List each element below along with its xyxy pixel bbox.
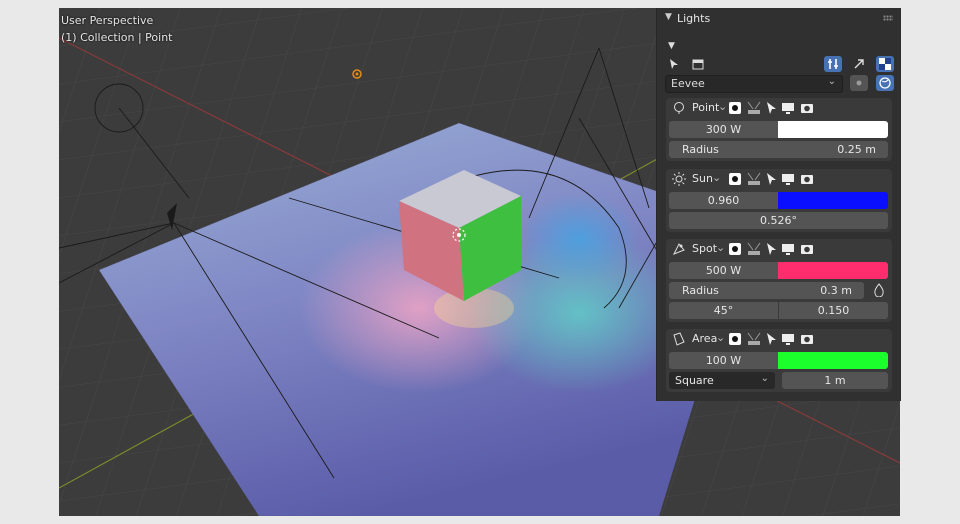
point-radius-label: Radius [682,143,719,156]
spot-light-icon [672,242,686,256]
light-header-point: Point ⌄ [666,98,892,118]
viewport-visibility-icon[interactable] [781,172,795,186]
chevron-down-icon[interactable]: ⌄ [716,331,725,344]
sun-color-swatch[interactable] [778,192,888,209]
area-power-value: 100 W [705,354,742,367]
point-radius-field[interactable]: Radius 0.25 m [669,141,888,158]
selectable-icon[interactable] [766,332,778,346]
link-icon[interactable] [747,172,761,186]
point-radius-value: 0.25 m [837,143,876,156]
sun-angle-value: 0.526° [760,214,797,227]
area-color-swatch[interactable] [778,352,888,369]
light-name-area[interactable]: Area [692,332,717,345]
chevron-down-icon[interactable]: ⌄ [712,171,721,184]
spot-power-value: 500 W [705,264,742,277]
render-visibility-icon[interactable] [800,172,814,186]
solo-icon[interactable] [728,242,742,256]
select-cursor-icon[interactable] [665,56,683,72]
light-header-area: Area ⌄ [666,329,892,349]
world-icon[interactable] [876,75,894,91]
sun-angle-field[interactable]: 0.526° [669,212,888,229]
spot-radius-value: 0.3 m [820,284,852,297]
spot-color-swatch[interactable] [778,262,888,279]
render-engine-value: Eevee [671,77,705,90]
spot-size-field[interactable]: 45° [669,302,778,319]
area-light-icon [672,332,686,346]
render-engine-select[interactable]: Eevee ⌄ [665,75,843,93]
solo-icon[interactable] [728,101,742,115]
light-name-spot[interactable]: Spot [692,242,717,255]
light-header-spot: Spot ⌄ [666,239,892,259]
viewport-visibility-icon[interactable] [781,242,795,256]
chevron-down-icon: ⌄ [760,373,769,384]
link-icon[interactable] [747,332,761,346]
tools-icon[interactable] [824,56,842,72]
selectable-icon[interactable] [766,172,778,186]
viewport-collection-label: (1) Collection | Point [61,31,173,44]
light-box-area: Area ⌄ 100 W Square ⌄ 1 m [666,329,892,392]
light-name-sun[interactable]: Sun [692,172,713,185]
light-box-spot: Spot ⌄ 500 W Radius 0.3 m 45° 0.150 [666,239,892,322]
window-icon[interactable] [689,56,707,72]
link-icon[interactable] [747,101,761,115]
light-box-sun: Sun ⌄ 0.960 0.526° [666,169,892,232]
viewport-visibility-icon[interactable] [781,332,795,346]
render-visibility-icon[interactable] [800,242,814,256]
chevron-down-icon[interactable]: ⌄ [718,100,727,113]
drag-grip-icon[interactable] [883,15,893,21]
dot-icon[interactable] [850,75,868,91]
collapse-arrow-icon[interactable]: ▼ [665,12,672,22]
sun-strength-value: 0.960 [707,194,740,207]
sun-strength-field[interactable]: 0.960 [669,192,778,209]
light-header-sun: Sun ⌄ [666,169,892,189]
viewport-visibility-icon[interactable] [781,101,795,115]
panel-header[interactable]: ▼ Lights [657,8,901,30]
point-color-swatch[interactable] [778,121,888,138]
solo-icon[interactable] [728,172,742,186]
sun-light-icon [672,172,686,186]
viewport-title: User Perspective [61,14,154,27]
chevron-down-icon: ⌄ [827,76,836,87]
area-shape-select[interactable]: Square ⌄ [669,372,775,389]
spot-radius-field[interactable]: Radius 0.3 m [669,282,864,299]
selectable-icon[interactable] [766,242,778,256]
render-visibility-icon[interactable] [800,101,814,115]
area-shape-value: Square [675,374,714,387]
checker-icon[interactable] [876,56,894,72]
shading-icon[interactable] [850,56,868,72]
point-power-value: 300 W [705,123,742,136]
spot-power-field[interactable]: 500 W [669,262,778,279]
light-box-point: Point ⌄ 300 W Radius 0.25 m [666,98,892,161]
link-icon[interactable] [747,242,761,256]
area-size-field[interactable]: 1 m [782,372,888,389]
point-power-field[interactable]: 300 W [669,121,778,138]
selectable-icon[interactable] [766,101,778,115]
panel-title: Lights [677,12,711,25]
light-name-point[interactable]: Point [692,101,719,114]
spot-blend-value: 0.150 [817,304,850,317]
render-visibility-icon[interactable] [800,332,814,346]
spot-blend-field[interactable]: 0.150 [779,302,888,319]
droplet-icon[interactable] [872,283,886,297]
spot-size-value: 45° [713,304,734,317]
point-light-icon [672,101,686,115]
spot-radius-label: Radius [682,284,719,297]
chevron-down-icon[interactable]: ⌄ [716,241,725,254]
area-power-field[interactable]: 100 W [669,352,778,369]
area-size-value: 1 m [824,374,846,387]
solo-icon[interactable] [728,332,742,346]
expand-arrow-icon[interactable]: ▼ [668,41,675,51]
